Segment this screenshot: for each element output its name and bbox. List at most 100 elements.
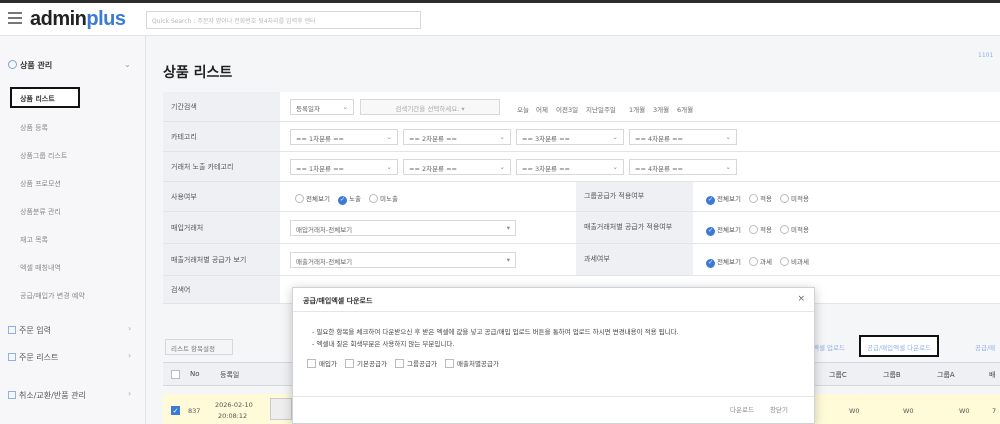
chevron-right-icon[interactable]: › <box>128 324 131 333</box>
radio-not-apply[interactable] <box>780 225 790 234</box>
select-all-checkbox[interactable] <box>171 370 180 379</box>
radio-tax-free[interactable] <box>780 257 790 266</box>
col-date[interactable]: 등록일 <box>220 370 239 380</box>
sidebar-item-price-reservation[interactable]: 공급/매입가 변경 예약 <box>20 291 85 301</box>
radio-expose[interactable] <box>338 196 347 205</box>
period-6months[interactable]: 6개월 <box>677 104 693 114</box>
radio-not-apply[interactable] <box>780 194 790 203</box>
usage-radio-group[interactable]: 전체보기 노출 미노출 <box>295 193 404 205</box>
date-range-input[interactable]: 검색기간을 선택하세요. ▾ <box>360 99 500 115</box>
sidebar: 상품 관리 ⌄ 상품 리스트 상품 등록 상품그룹 리스트 상품 프로모션 상품… <box>0 36 146 424</box>
price-upload-button[interactable]: 공급/매 <box>970 339 1000 355</box>
usage-label: 사용여부 <box>163 182 280 211</box>
category-select-3[interactable]: == 3차분류 == ⌄ <box>516 129 624 145</box>
chevron-right-icon[interactable]: › <box>128 351 131 360</box>
period-yesterday[interactable]: 어제 <box>536 104 548 114</box>
radio-hide[interactable] <box>369 194 379 203</box>
checkbox-base-supply-price[interactable] <box>345 359 355 368</box>
row-group-b: W0 <box>903 407 914 415</box>
checkbox-vendor-supply-price[interactable] <box>445 359 454 368</box>
return-icon <box>8 391 16 399</box>
sidebar-item-product-promotion[interactable]: 상품 프로모션 <box>20 179 61 189</box>
group-price-label: 그룹공급가 적용여부 <box>576 182 693 211</box>
radio-all[interactable] <box>706 196 715 205</box>
row-date: 2026-02-10 <box>215 401 253 409</box>
tax-label: 과세여부 <box>576 244 693 275</box>
top-right-label: 1101 <box>978 52 994 59</box>
close-icon[interactable]: × <box>797 294 805 304</box>
tax-radio-group[interactable]: 전체보기 과세 비과세 <box>706 256 815 268</box>
sidebar-section-cancel-return[interactable]: 취소/교환/반품 관리 <box>8 390 86 401</box>
sidebar-section-order-input[interactable]: 주문 입력 <box>8 325 51 336</box>
filter-row-period: 기간검색 등록일자 ⌄ 검색기간을 선택하세요. ▾ 오늘 어제 이전3일 지난일… <box>163 92 1000 122</box>
vendor-category-select-2[interactable]: == 2차분류 == ⌄ <box>403 159 511 175</box>
sidebar-section-order-list[interactable]: 주문 리스트 <box>8 352 58 363</box>
purchase-vendor-select[interactable]: 매입거래처-전체보기 ▾ <box>290 220 516 236</box>
logo[interactable]: adminplus <box>30 8 126 31</box>
radio-all[interactable] <box>295 194 304 203</box>
sales-vendor-label: 매출거래처별 공급가 보기 <box>163 244 280 275</box>
vendor-category-label: 거래처 노출 카테고리 <box>163 152 280 181</box>
period-3days[interactable]: 이전3일 <box>556 104 578 114</box>
sidebar-item-product-register[interactable]: 상품 등록 <box>20 123 48 133</box>
checkbox-purchase-price[interactable] <box>307 359 316 368</box>
radio-all[interactable] <box>706 227 715 236</box>
col-no[interactable]: No <box>190 370 200 378</box>
radio-apply[interactable] <box>749 194 758 203</box>
period-week[interactable]: 지난일주일 <box>586 104 616 114</box>
col-extra[interactable]: 배 <box>989 370 995 380</box>
quick-search-input[interactable]: Quick Search : 주문자 명이나 전화번호 뒷4자리를 입력후 엔터 <box>146 11 421 29</box>
sidebar-item-excel-matching[interactable]: 엑셀 매칭내역 <box>20 263 61 273</box>
category-select-4[interactable]: == 4차분류 == ⌄ <box>629 129 737 145</box>
sidebar-item-product-group-list[interactable]: 상품그룹 리스트 <box>20 151 67 161</box>
vendor-category-select-3[interactable]: == 3차분류 == ⌄ <box>516 159 624 175</box>
period-1month[interactable]: 1개월 <box>629 104 645 114</box>
group-price-radio-group[interactable]: 전체보기 적용 미적용 <box>706 193 815 205</box>
filter-row-purchase-vendor: 매입거래처 매입거래처-전체보기▾ 매출거래처별 공급가 적용여부 전체보기 적… <box>163 212 1000 244</box>
sidebar-item-category-manage[interactable]: 상품분류 관리 <box>20 207 61 217</box>
col-group-c[interactable]: 그룹C <box>829 370 847 380</box>
checkbox-group-supply-price[interactable] <box>395 359 405 368</box>
col-group-b[interactable]: 그룹B <box>883 370 901 380</box>
product-thumbnail[interactable] <box>270 398 292 420</box>
download-button[interactable]: 다운로드 <box>730 404 754 414</box>
modal-note-2: - 엑셀내 짙은 회색부분은 사용하지 않는 부분입니다. <box>312 340 455 348</box>
chevron-down-icon[interactable]: ⌄ <box>124 60 131 69</box>
period-today[interactable]: 오늘 <box>517 104 529 114</box>
sidebar-item-product-list[interactable]: 상품 리스트 <box>10 87 80 108</box>
radio-tax[interactable] <box>749 257 758 266</box>
row-checkbox[interactable]: ✓ <box>171 406 180 415</box>
filter-row-usage: 사용여부 전체보기 노출 미노출 그룹공급가 적용여부 전체보기 적용 미적용 <box>163 182 1000 212</box>
modal-option-checks: 매입가 기본공급가 그룹공급가 매출처별공급가 <box>307 358 505 368</box>
row-no: 837 <box>188 407 201 415</box>
date-type-select[interactable]: 등록일자 ⌄ <box>290 99 354 115</box>
modal-title: 공급/매입엑셀 다운로드 <box>303 297 373 305</box>
category-select-1[interactable]: == 1차분류 == ⌄ <box>290 129 398 145</box>
sales-vendor-select[interactable]: 매출거래처-전체보기 ▾ <box>290 252 516 268</box>
price-download-modal: 공급/매입엑셀 다운로드 × - 필요한 항목을 체크하여 다운받으신 후 받은… <box>292 287 815 424</box>
sidebar-section-product[interactable]: 상품 관리 <box>8 60 52 71</box>
product-icon <box>8 60 17 69</box>
sales-vendor-apply-radio-group[interactable]: 전체보기 적용 미적용 <box>706 224 815 236</box>
radio-all[interactable] <box>706 259 715 268</box>
divider <box>293 396 814 397</box>
sidebar-item-stock-list[interactable]: 재고 목록 <box>20 235 48 245</box>
radio-apply[interactable] <box>749 225 758 234</box>
row-group-a: W0 <box>959 407 970 415</box>
vendor-category-select-1[interactable]: == 1차분류 == ⌄ <box>290 159 398 175</box>
filter-row-sales-vendor: 매출거래처별 공급가 보기 매출거래처-전체보기▾ 과세여부 전체보기 과세 비… <box>163 244 1000 276</box>
list-setting-button[interactable]: 리스트 항목설정 <box>165 339 233 355</box>
col-group-a[interactable]: 그룹A <box>937 370 955 380</box>
price-excel-download-button[interactable]: 공급/매입엑셀 다운로드 <box>859 335 940 357</box>
divider <box>293 311 814 312</box>
purchase-vendor-label: 매입거래처 <box>163 212 280 243</box>
keyword-label: 검색어 <box>163 276 280 303</box>
category-select-2[interactable]: == 2차분류 == ⌄ <box>403 129 511 145</box>
modal-close-button[interactable]: 창닫기 <box>770 404 788 414</box>
period-3months[interactable]: 3개월 <box>653 104 669 114</box>
period-label: 기간검색 <box>163 92 280 121</box>
vendor-category-select-4[interactable]: == 4차분류 == ⌄ <box>629 159 737 175</box>
chevron-right-icon[interactable]: › <box>128 389 131 398</box>
menu-icon[interactable] <box>8 12 22 24</box>
filter-row-vendor-category: 거래처 노출 카테고리 == 1차분류 == ⌄ == 2차분류 == ⌄ == 3… <box>163 152 1000 182</box>
